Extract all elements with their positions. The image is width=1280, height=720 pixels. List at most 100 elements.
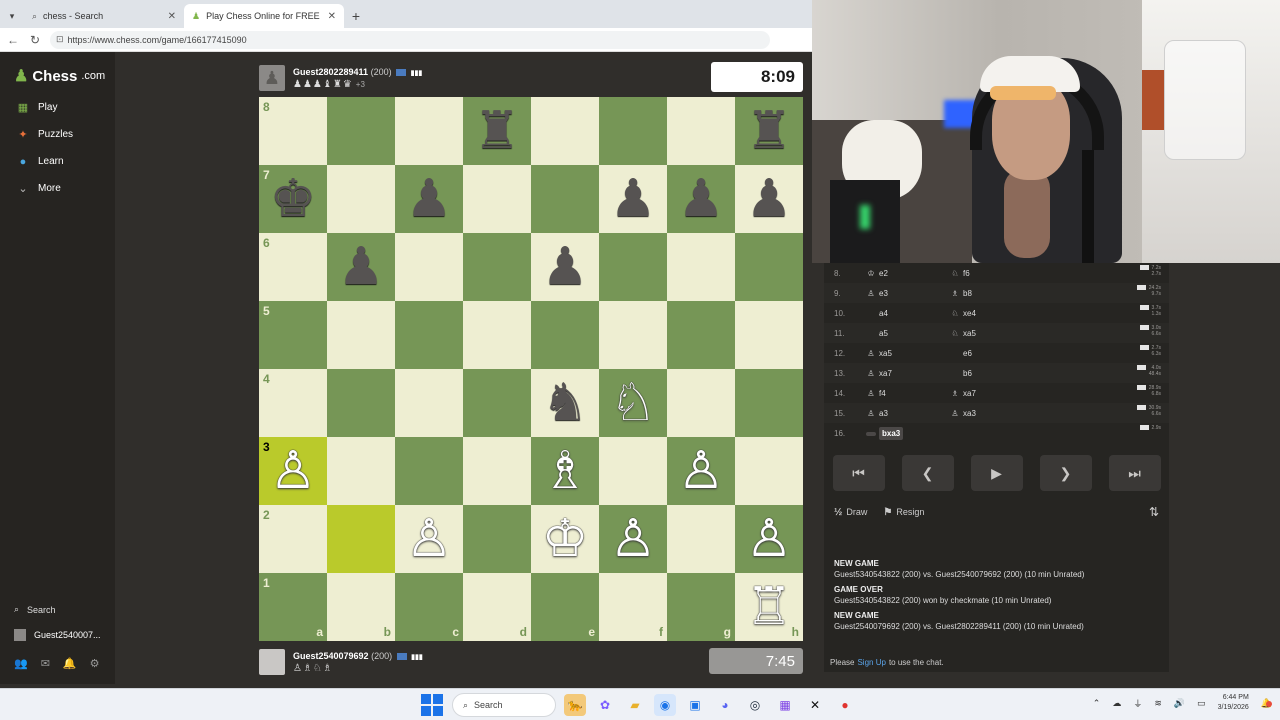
white-piece-g3[interactable]: ♙ — [678, 445, 725, 497]
white-move[interactable]: ♙ a3 — [860, 409, 928, 418]
square-e1[interactable]: e — [531, 573, 599, 641]
square-a4[interactable]: 4 — [259, 369, 327, 437]
reload-icon[interactable]: ↻ — [28, 33, 42, 47]
square-b4[interactable] — [327, 369, 395, 437]
square-c6[interactable] — [395, 233, 463, 301]
square-g2[interactable] — [667, 505, 735, 573]
square-d8[interactable]: ♜ — [463, 97, 531, 165]
square-f5[interactable] — [599, 301, 667, 369]
clock[interactable]: 6:44 PM 3/19/2026 — [1218, 693, 1249, 713]
square-e5[interactable] — [531, 301, 599, 369]
store-icon[interactable]: ▣ — [684, 694, 706, 716]
black-piece-e6[interactable]: ♟ — [542, 241, 589, 293]
white-move[interactable]: ♙ xa5 — [860, 349, 928, 358]
square-h1[interactable]: h ♖ — [735, 573, 803, 641]
notifications-icon[interactable]: 🔔 — [63, 657, 77, 670]
square-c1[interactable]: c — [395, 573, 463, 641]
square-f7[interactable]: ♟ — [599, 165, 667, 233]
square-g8[interactable] — [667, 97, 735, 165]
white-piece-f2[interactable]: ♙ — [610, 513, 657, 565]
friends-icon[interactable]: 👥 — [14, 657, 28, 670]
square-e2[interactable]: ♔ — [531, 505, 599, 573]
square-a8[interactable]: 8 — [259, 97, 327, 165]
tab-list-dropdown-icon[interactable]: ▾ — [0, 4, 24, 28]
black-move[interactable]: ♗ xa7 — [928, 389, 996, 398]
black-move[interactable]: ♘ xe4 — [928, 309, 996, 318]
white-piece-a3[interactable]: ♙ — [270, 445, 317, 497]
white-move[interactable]: ♙ xa7 — [860, 369, 928, 378]
first-move-button[interactable]: ⏮ — [832, 455, 885, 491]
square-d5[interactable] — [463, 301, 531, 369]
square-b6[interactable]: ♟ — [327, 233, 395, 301]
black-piece-g7[interactable]: ♟ — [678, 173, 725, 225]
square-a7[interactable]: 7 ♚ — [259, 165, 327, 233]
square-b5[interactable] — [327, 301, 395, 369]
new-tab-button[interactable]: + — [344, 4, 368, 28]
black-piece-h8[interactable]: ♜ — [746, 105, 793, 157]
flip-board-icon[interactable]: ⇅ — [1149, 505, 1159, 519]
chrome-icon[interactable]: ◉ — [654, 694, 676, 716]
close-tab-icon[interactable]: ✕ — [328, 11, 336, 22]
square-b3[interactable] — [327, 437, 395, 505]
white-piece-f4[interactable]: ♘ — [610, 377, 657, 429]
square-d2[interactable] — [463, 505, 531, 573]
square-c2[interactable]: ♙ — [395, 505, 463, 573]
square-h3[interactable] — [735, 437, 803, 505]
sign-up-link[interactable]: Sign Up — [857, 658, 885, 667]
file-explorer-icon[interactable]: ▰ — [624, 694, 646, 716]
square-e4[interactable]: ♞ — [531, 369, 599, 437]
square-f6[interactable] — [599, 233, 667, 301]
close-tab-icon[interactable]: ✕ — [168, 11, 176, 22]
sidebar-item-play[interactable]: ▦ Play — [0, 94, 115, 121]
cloud-icon[interactable]: ☁ — [1112, 698, 1121, 709]
square-f2[interactable]: ♙ — [599, 505, 667, 573]
black-move[interactable]: b6 — [928, 369, 996, 378]
square-d6[interactable] — [463, 233, 531, 301]
square-g3[interactable]: ♙ — [667, 437, 735, 505]
black-move[interactable]: ♘ xa5 — [928, 329, 996, 338]
self-name[interactable]: Guest2540079692 (200) ▮▮▮ — [293, 651, 423, 661]
white-piece-h2[interactable]: ♙ — [746, 513, 793, 565]
square-e6[interactable]: ♟ — [531, 233, 599, 301]
square-c3[interactable] — [395, 437, 463, 505]
opponent-name[interactable]: Guest2802289411 (200) ▮▮▮ — [293, 67, 422, 77]
black-piece-b6[interactable]: ♟ — [338, 241, 385, 293]
next-move-button[interactable]: ❯ — [1039, 455, 1092, 491]
black-move[interactable]: ♗ b8 — [928, 289, 996, 298]
black-piece-f7[interactable]: ♟ — [610, 173, 657, 225]
square-f1[interactable]: f — [599, 573, 667, 641]
white-piece-c2[interactable]: ♙ — [406, 513, 453, 565]
square-h4[interactable] — [735, 369, 803, 437]
browser-tab-search[interactable]: ⌕ chess - Search ✕ — [24, 4, 184, 28]
black-move[interactable]: ♘ f6 — [928, 269, 996, 278]
chess-board[interactable]: 8 ♜ ♜ 7 ♚ ♟ ♟ ♟ ♟ 6 ♟ ♟ 5 4 ♞ ♘ 3 ♙ ♗ ♙ 2 ♙ ♔ ♙ ♙ 1 a b c d e f g h ♖ — [259, 97, 803, 641]
resign-button[interactable]: ⚑ Resign — [883, 507, 924, 518]
square-g1[interactable]: g — [667, 573, 735, 641]
grid-app-icon[interactable]: ▦ — [774, 694, 796, 716]
square-b1[interactable]: b — [327, 573, 395, 641]
black-piece-e4[interactable]: ♞ — [542, 377, 589, 429]
square-g6[interactable] — [667, 233, 735, 301]
square-f4[interactable]: ♘ — [599, 369, 667, 437]
white-piece-e2[interactable]: ♔ — [542, 513, 589, 565]
sidebar-user[interactable]: Guest2540007... — [0, 622, 115, 647]
url-field[interactable]: ⊡ https://www.chess.com/game/16617741509… — [50, 30, 770, 49]
black-move[interactable]: e6 — [928, 349, 996, 358]
black-move[interactable] — [928, 429, 996, 438]
square-e8[interactable] — [531, 97, 599, 165]
white-move[interactable]: a5 — [860, 329, 928, 338]
black-piece-c7[interactable]: ♟ — [406, 173, 453, 225]
square-g7[interactable]: ♟ — [667, 165, 735, 233]
square-c7[interactable]: ♟ — [395, 165, 463, 233]
square-d4[interactable] — [463, 369, 531, 437]
square-g4[interactable] — [667, 369, 735, 437]
square-a3[interactable]: 3 ♙ — [259, 437, 327, 505]
messages-icon[interactable]: ✉ — [41, 657, 50, 670]
square-e7[interactable] — [531, 165, 599, 233]
last-move-button[interactable]: ⏭ — [1108, 455, 1161, 491]
media-app-icon[interactable]: ● — [834, 694, 856, 716]
square-c4[interactable] — [395, 369, 463, 437]
square-h6[interactable] — [735, 233, 803, 301]
square-c8[interactable] — [395, 97, 463, 165]
black-piece-d8[interactable]: ♜ — [474, 105, 521, 157]
